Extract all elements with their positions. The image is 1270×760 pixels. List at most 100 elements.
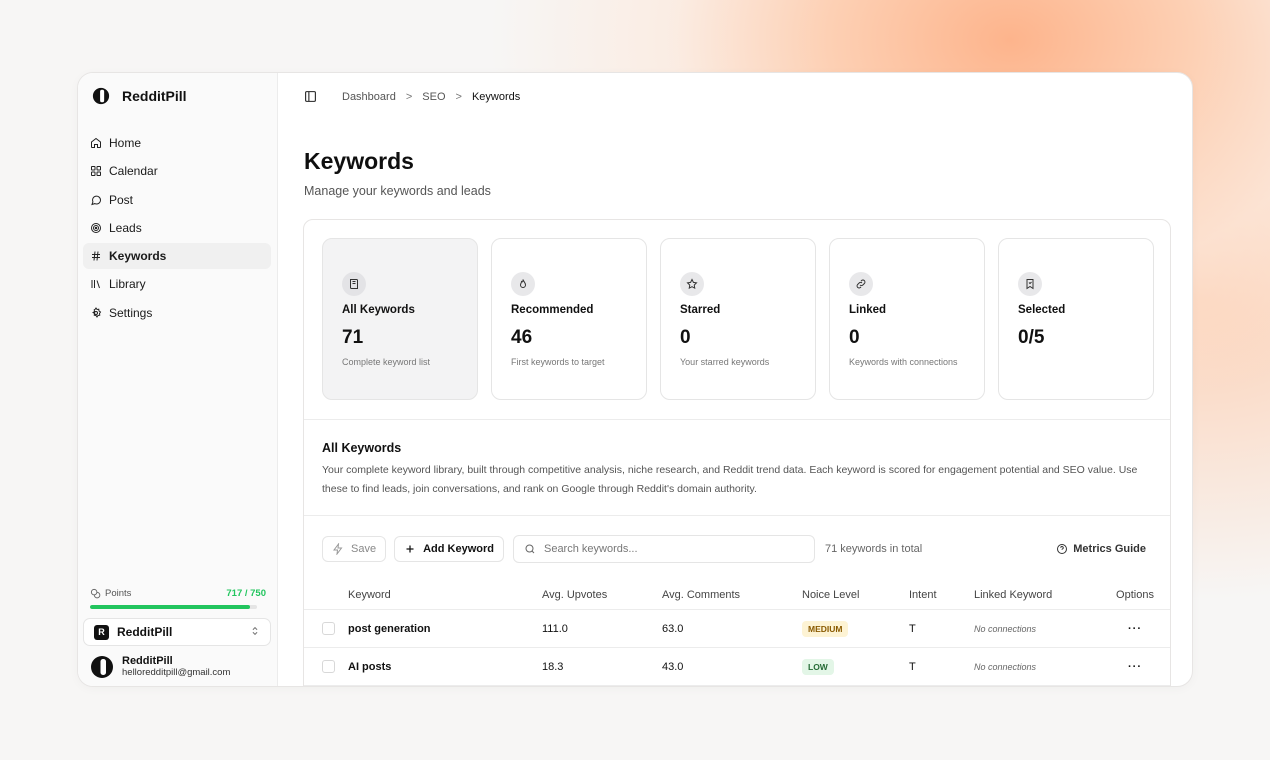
points-progress-bar bbox=[90, 605, 257, 609]
table-row[interactable]: AI posts 18.3 43.0 LOW T No connections … bbox=[304, 648, 1170, 686]
card-description: Your starred keywords bbox=[680, 357, 770, 367]
topbar: Dashboard > SEO > Keywords bbox=[304, 90, 520, 103]
card-title: Linked bbox=[849, 304, 887, 316]
header-noise-level[interactable]: Noice Level bbox=[802, 589, 909, 601]
sidebar-item-label: Home bbox=[109, 136, 142, 150]
sidebar-item-calendar[interactable]: Calendar bbox=[83, 158, 271, 184]
sidebar-item-settings[interactable]: Settings bbox=[83, 300, 271, 326]
chevron-up-down-icon bbox=[250, 626, 260, 639]
page-subtitle: Manage your keywords and leads bbox=[304, 184, 491, 198]
keywords-toolbar: Save Add Keyword 71 keywords in total Me… bbox=[322, 535, 1154, 563]
points-meter: Points 717 / 750 bbox=[90, 588, 266, 609]
stat-card-starred[interactable]: Starred 0 Your starred keywords bbox=[660, 238, 816, 400]
home-icon bbox=[91, 137, 101, 148]
stat-card-all-keywords[interactable]: All Keywords 71 Complete keyword list bbox=[322, 238, 478, 400]
points-progress-fill bbox=[90, 605, 250, 609]
card-description: Complete keyword list bbox=[342, 357, 431, 367]
plus-icon bbox=[406, 545, 414, 553]
card-title: Selected bbox=[1018, 304, 1066, 316]
row-checkbox[interactable] bbox=[322, 622, 335, 635]
breadcrumb: Dashboard > SEO > Keywords bbox=[342, 91, 520, 103]
cell-intent: T bbox=[909, 660, 916, 673]
workspace-name: RedditPill bbox=[117, 625, 173, 639]
row-checkbox[interactable] bbox=[322, 660, 335, 673]
cell-avg-comments: 43.0 bbox=[662, 660, 684, 673]
hash-icon bbox=[92, 251, 100, 261]
row-options-button[interactable]: ··· bbox=[1105, 623, 1165, 635]
header-avg-upvotes[interactable]: Avg. Upvotes bbox=[542, 589, 662, 601]
section-description: Your complete keyword library, built thr… bbox=[322, 464, 1138, 495]
points-value: 717 / 750 bbox=[226, 588, 266, 599]
cell-intent: T bbox=[909, 622, 916, 635]
brand-name: RedditPill bbox=[122, 88, 187, 104]
header-keyword[interactable]: Keyword bbox=[348, 589, 542, 601]
search-field[interactable] bbox=[512, 535, 815, 563]
sidebar: RedditPill Home Calendar Post Leads Keyw… bbox=[78, 73, 278, 686]
breadcrumb-dashboard[interactable]: Dashboard bbox=[342, 91, 396, 103]
row-options-button[interactable]: ··· bbox=[1105, 661, 1165, 673]
cell-linked-keyword: No connections bbox=[974, 661, 1037, 672]
table-row[interactable]: post generation 111.0 63.0 MEDIUM T No c… bbox=[304, 610, 1170, 648]
workspace-switcher[interactable]: R RedditPill bbox=[83, 618, 271, 646]
save-button-label: Save bbox=[351, 543, 377, 555]
chat-bubble-icon bbox=[91, 195, 102, 205]
card-value: 0/5 bbox=[1018, 327, 1045, 348]
cell-keyword: post generation bbox=[348, 622, 431, 635]
keywords-table: Keyword Avg. Upvotes Avg. Comments Noice… bbox=[304, 580, 1170, 686]
library-icon bbox=[91, 280, 100, 289]
metrics-guide-button[interactable]: Metrics Guide bbox=[1056, 543, 1146, 555]
user-name: RedditPill bbox=[122, 655, 173, 667]
stat-card-recommended[interactable]: Recommended 46 First keywords to target bbox=[491, 238, 647, 400]
header-linked-keyword[interactable]: Linked Keyword bbox=[974, 589, 1105, 601]
search-icon bbox=[525, 544, 535, 554]
cell-avg-upvotes: 18.3 bbox=[542, 660, 564, 673]
divider bbox=[304, 419, 1170, 420]
breadcrumb-keywords: Keywords bbox=[471, 90, 521, 103]
cell-avg-comments: 63.0 bbox=[662, 622, 684, 635]
sidebar-item-label: Post bbox=[109, 192, 134, 207]
sidebar-item-label: Library bbox=[109, 277, 146, 292]
sidebar-item-post[interactable]: Post bbox=[83, 187, 271, 213]
header-options: Options bbox=[1116, 588, 1154, 601]
brand[interactable]: RedditPill bbox=[92, 87, 187, 105]
add-keyword-button[interactable]: Add Keyword bbox=[394, 536, 504, 562]
bookmark-icon bbox=[1018, 272, 1042, 296]
sidebar-toggle-icon[interactable] bbox=[304, 90, 317, 103]
cell-linked-keyword: No connections bbox=[974, 623, 1037, 634]
header-avg-comments[interactable]: Avg. Comments bbox=[662, 589, 802, 601]
user-email: helloredditpill@gmail.com bbox=[122, 667, 231, 678]
sidebar-nav: Home Calendar Post Leads Keywords Librar… bbox=[83, 130, 271, 328]
card-title: All Keywords bbox=[342, 304, 415, 316]
metrics-guide-label: Metrics Guide bbox=[1073, 543, 1146, 555]
grid-icon bbox=[91, 166, 101, 177]
card-value: 46 bbox=[511, 327, 533, 348]
cell-keyword: AI posts bbox=[348, 660, 392, 673]
header-intent[interactable]: Intent bbox=[909, 589, 974, 601]
search-input[interactable] bbox=[543, 543, 794, 555]
noise-level-badge: MEDIUM bbox=[802, 620, 849, 637]
keywords-panel: All Keywords 71 Complete keyword list Re… bbox=[303, 219, 1171, 686]
star-icon bbox=[680, 272, 704, 296]
breadcrumb-separator: > bbox=[405, 90, 413, 103]
card-title: Recommended bbox=[511, 304, 594, 316]
breadcrumb-separator: > bbox=[455, 90, 462, 103]
row-select-cell bbox=[304, 622, 348, 635]
save-button[interactable]: Save bbox=[322, 536, 387, 562]
user-profile[interactable]: RedditPill helloredditpill@gmail.com bbox=[90, 655, 230, 679]
breadcrumb-seo[interactable]: SEO bbox=[422, 91, 445, 103]
sidebar-item-label: Settings bbox=[109, 305, 153, 320]
stat-card-selected[interactable]: Selected 0/5 bbox=[998, 238, 1154, 400]
book-icon bbox=[342, 272, 366, 296]
card-value: 0 bbox=[849, 327, 860, 348]
sidebar-item-library[interactable]: Library bbox=[83, 271, 271, 297]
sidebar-item-leads[interactable]: Leads bbox=[83, 215, 271, 241]
section-title: All Keywords bbox=[322, 441, 402, 455]
lightning-icon bbox=[333, 543, 343, 555]
cell-noise-level: LOW bbox=[802, 658, 909, 675]
sidebar-item-label: Leads bbox=[109, 220, 142, 235]
sidebar-item-home[interactable]: Home bbox=[83, 130, 271, 156]
stat-card-linked[interactable]: Linked 0 Keywords with connections bbox=[829, 238, 985, 400]
sidebar-item-keywords[interactable]: Keywords bbox=[83, 243, 271, 270]
table-header: Keyword Avg. Upvotes Avg. Comments Noice… bbox=[304, 580, 1170, 610]
cell-noise-level: MEDIUM bbox=[802, 620, 909, 637]
